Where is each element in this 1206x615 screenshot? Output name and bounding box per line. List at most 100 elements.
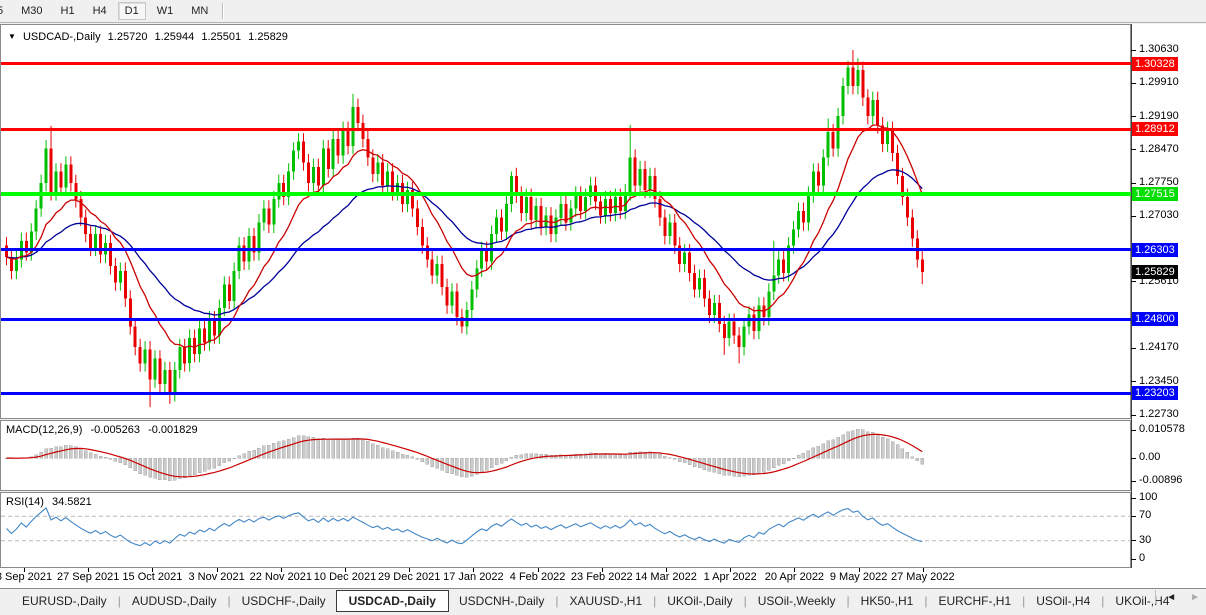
- price-axis-tick: 1.22730: [1139, 408, 1179, 420]
- date-label: 27 May 2022: [891, 571, 955, 583]
- rsi-plot[interactable]: [1, 493, 1131, 567]
- price-axis-tick-mark: [1131, 50, 1136, 51]
- date-label: 3 Nov 2021: [188, 571, 244, 583]
- chart-high-value: 1.25944: [155, 31, 195, 43]
- price-axis-tick-mark: [1131, 281, 1136, 282]
- tab-ukoil-daily[interactable]: UKOil-,Daily: [657, 591, 742, 611]
- date-label: 8 Sep 2021: [0, 571, 52, 583]
- tab-usdcnh-daily[interactable]: USDCNH-,Daily: [449, 591, 554, 611]
- timeframe-button-w1[interactable]: W1: [150, 3, 181, 19]
- tab-audusd-daily[interactable]: AUDUSD-,Daily: [122, 591, 227, 611]
- price-axis-tick-mark: [1131, 183, 1136, 184]
- timeframe-button-5[interactable]: 5: [0, 3, 10, 19]
- tab-scroll-left-icon[interactable]: ◄: [1166, 592, 1176, 603]
- price-axis-tick-mark: [1131, 381, 1136, 382]
- tab-usdcad-daily[interactable]: USDCAD-,Daily: [336, 590, 449, 612]
- timeframe-button-m30[interactable]: M30: [14, 3, 49, 19]
- date-label: 4 Feb 2022: [510, 571, 566, 583]
- chart-title: ▼ USDCAD-,Daily 1.25720 1.25944 1.25501 …: [8, 31, 292, 43]
- timeframe-button-mn[interactable]: MN: [184, 3, 215, 19]
- chart-close-value: 1.25829: [248, 31, 288, 43]
- macd-axis-tick: 0.010578: [1139, 423, 1185, 435]
- rsi-axis-tick-mark: [1131, 559, 1136, 560]
- timeframe-button-h1[interactable]: H1: [54, 3, 82, 19]
- price-axis-tick: 1.27030: [1139, 209, 1179, 221]
- price-axis-tick-mark: [1131, 149, 1136, 150]
- timeframe-toolbar: 5M30 H1H4D1W1MN: [0, 0, 1206, 23]
- macd-axis-tick: 0.00: [1139, 451, 1160, 463]
- chart-menu-icon[interactable]: ▼: [8, 32, 16, 41]
- price-axis-tick-mark: [1131, 83, 1136, 84]
- price-axis-tick: 1.29910: [1139, 76, 1179, 88]
- price-axis-tick-mark: [1131, 348, 1136, 349]
- rsi-axis-tick: 0: [1139, 552, 1145, 564]
- date-label: 9 May 2022: [830, 571, 887, 583]
- price-axis-badge: 1.25829: [1132, 265, 1178, 279]
- trading-app-window: 5M30 H1H4D1W1MN ▼ USDCAD-,Daily 1.25720 1…: [0, 0, 1206, 615]
- pivot-line[interactable]: [1, 192, 1131, 196]
- tab-eurusd-daily[interactable]: EURUSD-,Daily: [12, 591, 117, 611]
- date-label: 23 Feb 2022: [571, 571, 633, 583]
- rsi-axis-tick: 70: [1139, 509, 1151, 521]
- chart-symbol-label: USDCAD-,Daily: [23, 31, 101, 43]
- timeframe-button-d1[interactable]: D1: [118, 2, 146, 20]
- date-label: 14 Mar 2022: [635, 571, 697, 583]
- tab-usoil-weekly[interactable]: USOil-,Weekly: [748, 591, 846, 611]
- price-axis-column: [1132, 24, 1206, 568]
- date-label: 20 Apr 2022: [765, 571, 824, 583]
- rsi-value: 34.5821: [52, 496, 92, 508]
- toolbar-separator: [222, 3, 224, 19]
- support-line[interactable]: [1, 392, 1131, 395]
- tab-eurchf-h1[interactable]: EURCHF-,H1: [928, 591, 1021, 611]
- rsi-axis-tick: 30: [1139, 534, 1151, 546]
- tab-usdchf-daily[interactable]: USDCHF-,Daily: [232, 591, 336, 611]
- tab-scroll-separator: [1155, 590, 1156, 604]
- date-label: 1 Apr 2022: [704, 571, 757, 583]
- date-label: 27 Sep 2021: [57, 571, 119, 583]
- price-axis-tick-mark: [1131, 116, 1136, 117]
- resistance-line[interactable]: [1, 62, 1131, 65]
- tab-scroll-controls: ◄ ►: [1155, 590, 1200, 604]
- tab-hk50-h1[interactable]: HK50-,H1: [851, 591, 924, 611]
- price-axis-badge: 1.30328: [1132, 57, 1178, 71]
- price-axis-tick: 1.28470: [1139, 143, 1179, 155]
- price-axis-tick: 1.30630: [1139, 43, 1179, 55]
- macd-name: MACD(12,26,9): [6, 424, 82, 436]
- support-line[interactable]: [1, 248, 1131, 251]
- date-label: 29 Dec 2021: [378, 571, 440, 583]
- price-axis-badge: 1.27515: [1132, 187, 1178, 201]
- price-axis-tick: 1.23450: [1139, 375, 1179, 387]
- timeframe-button-h4[interactable]: H4: [86, 3, 114, 19]
- macd-signal-value: -0.001829: [148, 424, 198, 436]
- price-axis-badge: 1.26303: [1132, 243, 1178, 257]
- price-axis-badge: 1.23203: [1132, 386, 1178, 400]
- price-axis-badge: 1.28912: [1132, 122, 1178, 136]
- date-label: 22 Nov 2021: [250, 571, 312, 583]
- macd-axis-tick-mark: [1131, 458, 1136, 459]
- date-label: 17 Jan 2022: [443, 571, 504, 583]
- tab-scroll-right-icon[interactable]: ►: [1190, 592, 1200, 603]
- rsi-axis-tick-mark: [1131, 540, 1136, 541]
- rsi-axis-tick-mark: [1131, 516, 1136, 517]
- macd-indicator-label: MACD(12,26,9) -0.005263 -0.001829: [6, 424, 203, 436]
- rsi-indicator-label: RSI(14) 34.5821: [6, 496, 97, 508]
- support-line[interactable]: [1, 318, 1131, 321]
- tab-usoil-h4[interactable]: USOil-,H4: [1026, 591, 1100, 611]
- rsi-axis-tick: 100: [1139, 491, 1157, 503]
- macd-axis-tick: -0.00896: [1139, 474, 1182, 486]
- macd-histogram: [5, 429, 924, 481]
- resistance-line[interactable]: [1, 128, 1131, 131]
- price-chart-plot[interactable]: [1, 25, 1131, 418]
- price-axis-tick: 1.29190: [1139, 110, 1179, 122]
- candlestick-series: [5, 50, 924, 407]
- chart-open-value: 1.25720: [108, 31, 148, 43]
- price-axis-tick: 1.24170: [1139, 341, 1179, 353]
- chart-tab-bar: EURUSD-,Daily|AUDUSD-,Daily|USDCHF-,Dail…: [0, 588, 1206, 613]
- chart-low-value: 1.25501: [201, 31, 241, 43]
- tab-xauusd-h1[interactable]: XAUUSD-,H1: [559, 591, 652, 611]
- date-label: 15 Oct 2021: [122, 571, 182, 583]
- date-label: 10 Dec 2021: [314, 571, 376, 583]
- rsi-axis-tick-mark: [1131, 498, 1136, 499]
- macd-main-value: -0.005263: [90, 424, 140, 436]
- price-axis-tick-mark: [1131, 216, 1136, 217]
